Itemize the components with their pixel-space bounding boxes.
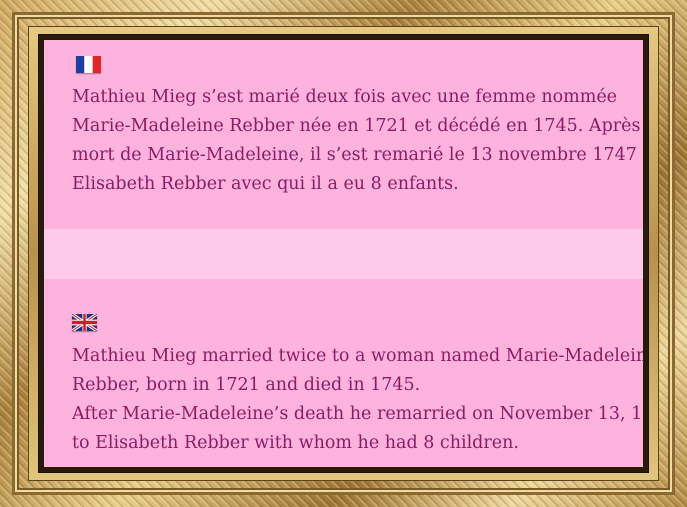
french-text-line: Elisabeth Rebber avec qui il a eu 8 enfa…	[72, 174, 459, 194]
english-section: Mathieu Mieg married twice to a woman na…	[72, 312, 643, 458]
english-text-line: to Elisabeth Rebber with whom he had 8 c…	[72, 433, 519, 453]
french-text-line: mort de Marie-Madeleine, il s’est remari…	[72, 145, 643, 165]
french-text-line: Mathieu Mieg s’est marié deux fois avec …	[72, 87, 618, 107]
french-section: Mathieu Mieg s’est marié deux fois avec …	[72, 53, 643, 199]
gilded-picture-frame: Mathieu Mieg s’est marié deux fois avec …	[0, 0, 687, 507]
english-text-line: After Marie-Madeleine’s death he remarri…	[72, 404, 643, 424]
english-text-line: Rebber, born in 1721 and died in 1745.	[72, 375, 421, 395]
english-text-line: Mathieu Mieg married twice to a woman na…	[72, 346, 643, 366]
france-flag-icon	[76, 56, 101, 73]
uk-flag-icon	[72, 314, 97, 331]
pink-text-panel: Mathieu Mieg s’est marié deux fois avec …	[44, 40, 643, 467]
french-text-line: Marie-Madeleine Rebber née en 1721 et dé…	[72, 116, 643, 136]
french-flag-row	[72, 53, 632, 83]
separator-band	[44, 229, 643, 279]
english-flag-row	[72, 312, 632, 342]
